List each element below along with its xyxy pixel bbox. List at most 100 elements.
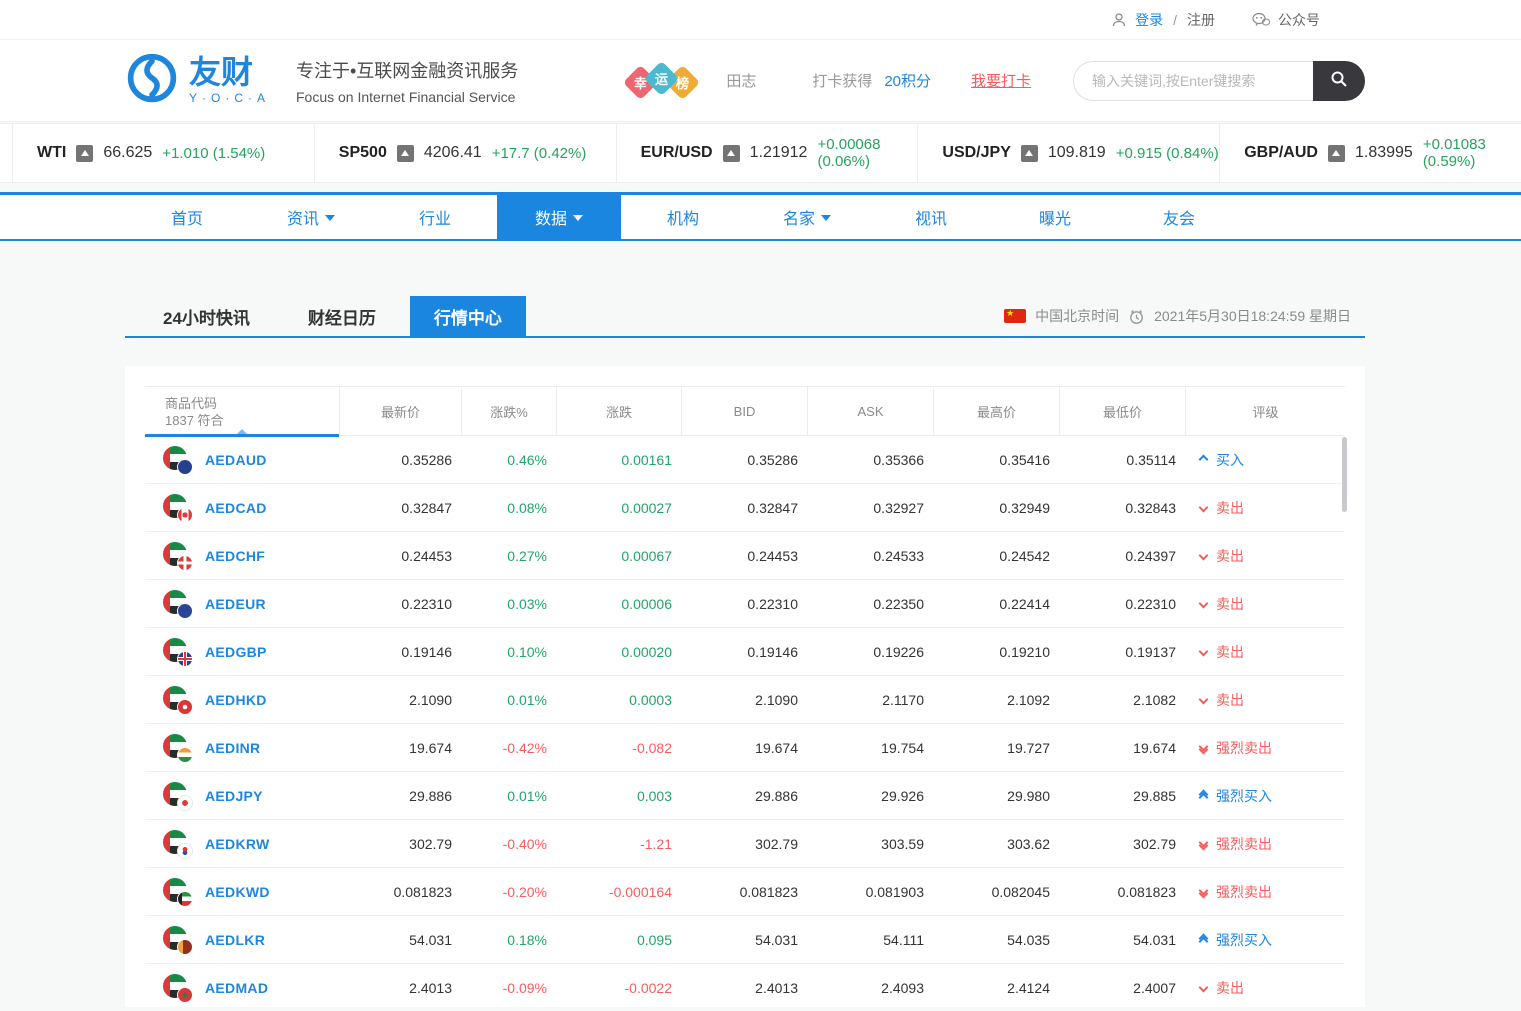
ticker-item[interactable]: SP500 4206.41 +17.7 (0.42%) [315, 124, 617, 182]
symbol-link[interactable]: AEDGBP [205, 644, 267, 660]
register-link[interactable]: 注册 [1187, 10, 1215, 30]
symbol-link[interactable]: AEDCHF [205, 548, 265, 564]
high-cell: 2.1092 [934, 692, 1060, 708]
header-inner: 友财 Y·O·C·A 专注于•互联网金融资讯服务 Focus on Intern… [125, 51, 1365, 110]
ticker-item[interactable]: GBP/AUD 1.83995 +0.01083 (0.59%) [1220, 124, 1521, 182]
symbol-link[interactable]: AEDLKR [205, 932, 265, 948]
column-header[interactable]: BID [682, 387, 808, 435]
nav-item[interactable]: 曝光 [993, 195, 1117, 239]
high-cell: 19.727 [934, 740, 1060, 756]
symbol-link[interactable]: AEDKWD [205, 884, 270, 900]
currency-pair-flag-icon [163, 589, 193, 619]
search-button[interactable] [1313, 61, 1365, 101]
symbol-cell: AEDKWD [145, 877, 340, 907]
tagline-cn: 专注于•互联网金融资讯服务 [296, 57, 518, 83]
search-input[interactable] [1073, 61, 1313, 101]
bid-cell: 0.32847 [682, 500, 808, 516]
user-icon [1111, 12, 1127, 28]
rating-cell: 强烈卖出 [1186, 834, 1345, 854]
tab[interactable]: 24小时快讯 [139, 296, 274, 336]
column-header[interactable]: 最高价 [934, 387, 1060, 435]
symbol-link[interactable]: AEDAUD [205, 452, 267, 468]
last-price-cell: 54.031 [340, 932, 462, 948]
symbol-link[interactable]: AEDJPY [205, 788, 263, 804]
symbol-link[interactable]: AEDINR [205, 740, 260, 756]
symbol-link[interactable]: AEDMAD [205, 980, 268, 996]
low-cell: 2.4007 [1060, 980, 1186, 996]
table-row[interactable]: AEDAUD 0.35286 0.46% 0.00161 0.35286 0.3… [145, 436, 1345, 484]
low-cell: 0.35114 [1060, 452, 1186, 468]
table-row[interactable]: AEDHKD 2.1090 0.01% 0.0003 2.1090 2.1170… [145, 676, 1345, 724]
login-link[interactable]: 登录 [1135, 10, 1163, 30]
tab[interactable]: 财经日历 [284, 296, 400, 336]
checkin-link[interactable]: 我要打卡 [971, 70, 1031, 91]
symbol-link[interactable]: AEDCAD [205, 500, 267, 516]
search-box [1073, 61, 1365, 101]
table-row[interactable]: AEDMAD 2.4013 -0.09% -0.0022 2.4013 2.40… [145, 964, 1345, 1007]
nav-item[interactable]: 机构 [621, 195, 745, 239]
column-header[interactable]: 评级 [1186, 387, 1345, 435]
symbol-header-line2: 1837 符合 [165, 412, 339, 429]
page: 登录 / 注册 公众号 友财 Y·O·C·A [0, 0, 1521, 1011]
column-header[interactable]: 涨跌 [557, 387, 682, 435]
rating-chevron-icon [1200, 887, 1207, 897]
rating-cell: 强烈卖出 [1186, 882, 1345, 902]
symbol-cell: AEDCAD [145, 493, 340, 523]
nav-item[interactable]: 行业 [373, 195, 497, 239]
ticker-symbol: EUR/USD [641, 144, 713, 162]
current-datetime: 2021年5月30日18:24:59 星期日 [1154, 306, 1351, 326]
nav-item[interactable]: 友会 [1117, 195, 1241, 239]
checkin-text: 打卡获得 [812, 70, 872, 91]
rating-label: 强烈卖出 [1216, 834, 1272, 854]
rating-chevron-icon [1200, 696, 1207, 703]
lucky-ranking-badge[interactable]: 幸运榜 [628, 63, 700, 99]
change-cell: 0.095 [557, 932, 682, 948]
wechat-group[interactable]: 公众号 [1251, 10, 1320, 30]
table-row[interactable]: AEDGBP 0.19146 0.10% 0.00020 0.19146 0.1… [145, 628, 1345, 676]
username[interactable]: 田志 [726, 70, 756, 91]
tabs-row: 24小时快讯 财经日历 行情中心 中国北京时间 2021年5月30日18:24:… [125, 298, 1365, 338]
tagline-en: Focus on Internet Financial Service [296, 89, 518, 105]
nav-item[interactable]: 资讯 [249, 195, 373, 239]
symbol-link[interactable]: AEDEUR [205, 596, 266, 612]
bid-cell: 29.886 [682, 788, 808, 804]
quote-currency-flag-icon [177, 651, 193, 667]
ticker-item[interactable]: EUR/USD 1.21912 +0.00068 (0.06%) [617, 124, 919, 182]
rating-label: 卖出 [1216, 498, 1244, 518]
up-triangle-icon [1328, 145, 1345, 162]
nav-item[interactable]: 名家 [745, 195, 869, 239]
bid-cell: 302.79 [682, 836, 808, 852]
column-header[interactable]: 最低价 [1060, 387, 1186, 435]
table-row[interactable]: AEDKRW 302.79 -0.40% -1.21 302.79 303.59… [145, 820, 1345, 868]
table-row[interactable]: AEDJPY 29.886 0.01% 0.003 29.886 29.926 … [145, 772, 1345, 820]
table-row[interactable]: AEDLKR 54.031 0.18% 0.095 54.031 54.111 … [145, 916, 1345, 964]
alarm-clock-icon [1128, 308, 1145, 325]
column-header[interactable]: 涨跌% [462, 387, 557, 435]
column-header[interactable]: ASK [808, 387, 934, 435]
nav-item[interactable]: 首页 [125, 195, 249, 239]
table-row[interactable]: AEDCHF 0.24453 0.27% 0.00067 0.24453 0.2… [145, 532, 1345, 580]
last-price-cell: 2.4013 [340, 980, 462, 996]
tab[interactable]: 行情中心 [410, 296, 526, 336]
up-triangle-icon [723, 145, 740, 162]
table-row[interactable]: AEDCAD 0.32847 0.08% 0.00027 0.32847 0.3… [145, 484, 1345, 532]
ticker-item[interactable]: WTI 66.625 +1.010 (1.54%) [12, 124, 315, 182]
table-row[interactable]: AEDKWD 0.081823 -0.20% -0.000164 0.08182… [145, 868, 1345, 916]
nav-item[interactable]: 数据 [497, 195, 621, 239]
symbol-link[interactable]: AEDHKD [205, 692, 267, 708]
site-logo[interactable]: 友财 Y·O·C·A [125, 51, 270, 110]
rating-label: 卖出 [1216, 642, 1244, 662]
column-header-symbol[interactable]: 商品代码 1837 符合 [145, 387, 340, 435]
column-header[interactable]: 最新价 [340, 387, 462, 435]
rating-chevron-icon [1200, 552, 1207, 559]
symbol-link[interactable]: AEDKRW [205, 836, 270, 852]
table-row[interactable]: AEDEUR 0.22310 0.03% 0.00006 0.22310 0.2… [145, 580, 1345, 628]
nav-item[interactable]: 视讯 [869, 195, 993, 239]
rating-cell: 强烈买入 [1186, 786, 1345, 806]
logo-sub-text: Y·O·C·A [189, 91, 270, 105]
table-scrollbar-thumb[interactable] [1342, 437, 1347, 512]
currency-pair-flag-icon [163, 493, 193, 523]
rating-label: 卖出 [1216, 594, 1244, 614]
table-row[interactable]: AEDINR 19.674 -0.42% -0.082 19.674 19.75… [145, 724, 1345, 772]
ticker-item[interactable]: USD/JPY 109.819 +0.915 (0.84%) [918, 124, 1220, 182]
